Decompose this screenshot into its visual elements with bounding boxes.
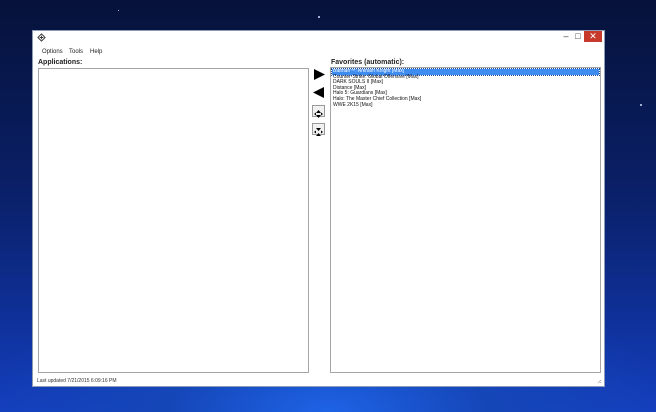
menu-options[interactable]: Options — [42, 46, 63, 58]
status-bar-text: Last updated 7/21/2015 6:09:16 PM — [37, 378, 117, 384]
move-down-button[interactable] — [312, 123, 325, 136]
move-down-icon — [314, 128, 323, 136]
move-up-icon — [314, 110, 323, 118]
favorite-item[interactable]: WWE 2K15 [Max] — [332, 102, 599, 109]
applications-label: Applications: — [38, 59, 83, 66]
applications-list[interactable] — [38, 68, 309, 373]
favorites-list[interactable]: Batman™: Arkham Knight [Max] Counter-Str… — [330, 67, 601, 373]
maximize-button[interactable]: □ — [572, 31, 584, 42]
resize-grip-icon[interactable] — [597, 379, 602, 384]
move-up-button[interactable] — [312, 105, 325, 118]
app-logo-icon — [37, 33, 46, 42]
star — [118, 10, 119, 11]
remove-from-favorites-button[interactable] — [312, 86, 326, 99]
close-button[interactable]: ✕ — [584, 31, 602, 42]
title-bar[interactable]: – □ ✕ — [33, 31, 604, 44]
minimize-button[interactable]: – — [560, 31, 572, 42]
menu-help[interactable]: Help — [90, 46, 102, 58]
favorites-label: Favorites (automatic): — [331, 59, 405, 66]
app-window: – □ ✕ Options Tools Help Applications: F… — [32, 30, 605, 387]
star — [318, 16, 320, 18]
star — [640, 104, 642, 106]
menu-tools[interactable]: Tools — [69, 46, 83, 58]
add-to-favorites-button[interactable] — [312, 68, 326, 81]
